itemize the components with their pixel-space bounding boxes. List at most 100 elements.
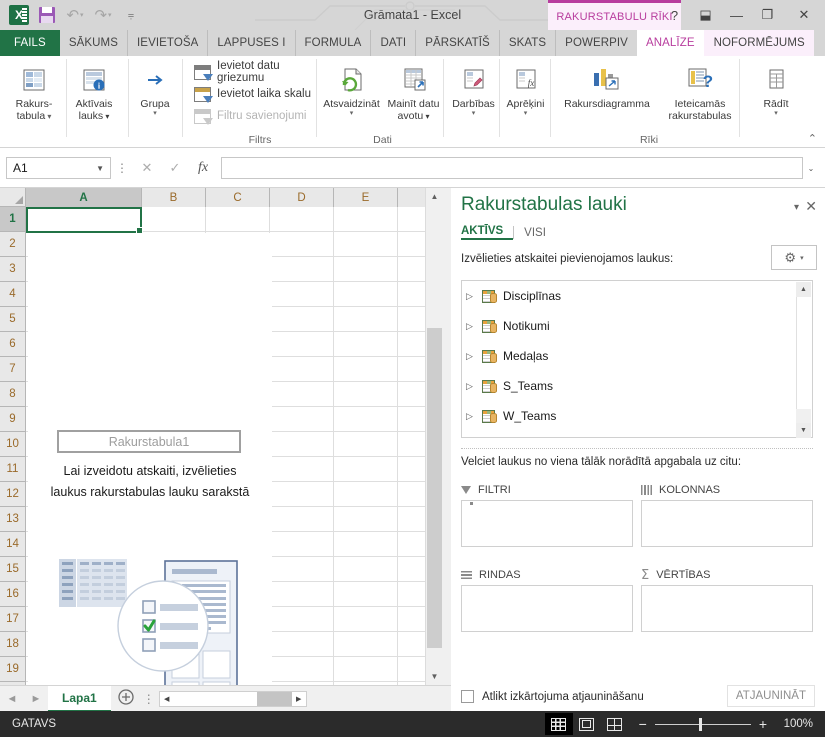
columns-drop-zone[interactable]: KOLONNAS bbox=[641, 480, 813, 547]
grid-cell[interactable] bbox=[270, 357, 334, 382]
pane-splitter[interactable] bbox=[442, 188, 451, 685]
field-list-item[interactable]: ▷ Notikumi bbox=[462, 311, 812, 341]
grid-cell[interactable] bbox=[334, 632, 398, 657]
tab-formulas[interactable]: FORMULA bbox=[296, 30, 372, 56]
field-list-item[interactable]: ▷ Disciplīnas bbox=[462, 281, 812, 311]
grid-cell[interactable] bbox=[270, 557, 334, 582]
row-header-11[interactable]: 11 bbox=[0, 457, 26, 482]
expand-formula-bar-icon[interactable]: ⌄ bbox=[803, 164, 819, 173]
row-header-5[interactable]: 5 bbox=[0, 307, 26, 332]
columns-zone-box[interactable] bbox=[641, 500, 813, 547]
grid-cell[interactable] bbox=[334, 557, 398, 582]
page-break-view-button[interactable] bbox=[601, 713, 629, 735]
row-header-19[interactable]: 19 bbox=[0, 657, 26, 682]
row-header-4[interactable]: 4 bbox=[0, 282, 26, 307]
field-list-scrollbar[interactable]: ▲ ▼ bbox=[796, 282, 811, 438]
insert-slicer-button[interactable]: Ievietot datu griezumu bbox=[190, 60, 330, 84]
pane-close-icon[interactable]: ✕ bbox=[805, 198, 817, 215]
tab-analyze[interactable]: ANALĪZE bbox=[636, 30, 705, 56]
field-list-item[interactable]: ▷ W_Teams bbox=[462, 401, 812, 431]
refresh-button[interactable]: Atsvaidzināt ▾ bbox=[322, 60, 382, 118]
grid-vertical-scrollbar[interactable]: ▲ ▼ bbox=[425, 188, 443, 685]
defer-layout-checkbox[interactable] bbox=[461, 690, 474, 703]
redo-icon[interactable]: ↷ ▾ bbox=[90, 3, 116, 27]
field-list-scroll-down-icon[interactable]: ▼ bbox=[796, 423, 811, 438]
grid-cell[interactable] bbox=[270, 632, 334, 657]
grid-cell[interactable] bbox=[334, 357, 398, 382]
column-header-c[interactable]: C bbox=[206, 188, 270, 207]
horizontal-scrollbar[interactable]: ◀ ▶ bbox=[158, 690, 307, 707]
show-button[interactable]: Rādīt ▾ bbox=[748, 60, 804, 118]
zoom-control[interactable]: − + bbox=[639, 716, 767, 732]
collapse-ribbon-icon[interactable]: ⌃ bbox=[808, 132, 817, 145]
expand-field-icon[interactable]: ▷ bbox=[466, 291, 476, 302]
formula-input[interactable] bbox=[221, 157, 803, 179]
row-header-15[interactable]: 15 bbox=[0, 557, 26, 582]
select-all-corner[interactable] bbox=[0, 188, 26, 207]
group-dropdown-caret[interactable]: ▾ bbox=[153, 110, 157, 118]
grid-cell[interactable] bbox=[334, 482, 398, 507]
row-header-2[interactable]: 2 bbox=[0, 232, 26, 257]
grid-cell[interactable] bbox=[334, 232, 398, 257]
field-list-scroll-thumb[interactable] bbox=[796, 297, 811, 409]
grid-cell[interactable] bbox=[334, 207, 398, 232]
formula-bar-handle[interactable]: ⋮ bbox=[111, 161, 133, 175]
grid-cell[interactable] bbox=[270, 457, 334, 482]
grid-cell[interactable] bbox=[270, 232, 334, 257]
row-header-18[interactable]: 18 bbox=[0, 632, 26, 657]
insert-timeline-button[interactable]: Ievietot laika skalu bbox=[190, 83, 315, 105]
grid-cell[interactable] bbox=[334, 307, 398, 332]
column-header-d[interactable]: D bbox=[270, 188, 334, 207]
close-icon[interactable]: ✕ bbox=[783, 0, 825, 30]
row-header-16[interactable]: 16 bbox=[0, 582, 26, 607]
prev-sheet-icon[interactable]: ◄ bbox=[0, 693, 24, 705]
row-header-1[interactable]: 1 bbox=[0, 207, 26, 232]
pivottable-button[interactable]: Rakurs- tabula ▾ bbox=[4, 60, 64, 122]
expand-field-icon[interactable]: ▷ bbox=[466, 351, 476, 362]
normal-view-button[interactable] bbox=[544, 713, 573, 735]
expand-field-icon[interactable]: ▷ bbox=[466, 411, 476, 422]
change-source-button[interactable]: Mainīt datu avotu ▾ bbox=[384, 60, 444, 123]
row-header-14[interactable]: 14 bbox=[0, 532, 26, 557]
filters-zone-box[interactable] bbox=[461, 500, 633, 547]
zoom-slider[interactable] bbox=[654, 717, 751, 731]
sheet-menu-icon[interactable]: ⋮ bbox=[141, 692, 157, 706]
tab-data[interactable]: DATI bbox=[371, 30, 417, 56]
show-dropdown-caret[interactable]: ▾ bbox=[774, 110, 778, 118]
tab-page-layout[interactable]: LAPPUSES I bbox=[208, 30, 296, 56]
grid-cell[interactable] bbox=[270, 582, 334, 607]
grid-cell[interactable] bbox=[334, 332, 398, 357]
tab-home[interactable]: SĀKUMS bbox=[60, 30, 128, 56]
row-header-7[interactable]: 7 bbox=[0, 357, 26, 382]
rows-zone-box[interactable] bbox=[461, 585, 633, 632]
grid-cell[interactable] bbox=[270, 282, 334, 307]
column-header-a[interactable]: A bbox=[26, 188, 142, 207]
subtab-all[interactable]: VISI bbox=[524, 227, 556, 239]
undo-icon[interactable]: ↶ ▾ bbox=[62, 3, 88, 27]
minimize-icon[interactable]: — bbox=[721, 0, 752, 30]
refresh-dropdown-caret[interactable]: ▾ bbox=[350, 110, 354, 118]
tab-view[interactable]: SKATS bbox=[500, 30, 557, 56]
subtab-active[interactable]: AKTĪVS bbox=[461, 225, 514, 240]
row-header-9[interactable]: 9 bbox=[0, 407, 26, 432]
row-header-17[interactable]: 17 bbox=[0, 607, 26, 632]
row-header-6[interactable]: 6 bbox=[0, 332, 26, 357]
pane-tools-button[interactable]: ⚙ ▾ bbox=[771, 245, 817, 270]
field-list-item[interactable]: ▷ Medaļas bbox=[462, 341, 812, 371]
row-header-8[interactable]: 8 bbox=[0, 382, 26, 407]
horizontal-scroll-track[interactable] bbox=[173, 691, 292, 706]
pane-options-caret-icon[interactable]: ▾ bbox=[794, 202, 799, 213]
grid-cell[interactable] bbox=[270, 532, 334, 557]
field-list[interactable]: ▷ Disciplīnas ▷ Notikumi ▷ Medaļas ▷ S_Teams ▷ W_… bbox=[461, 280, 813, 438]
grid-cell[interactable] bbox=[334, 407, 398, 432]
grid-cell[interactable] bbox=[334, 257, 398, 282]
customize-qat-icon[interactable]: ⩦ bbox=[118, 3, 144, 27]
row-header-3[interactable]: 3 bbox=[0, 257, 26, 282]
grid-cell[interactable] bbox=[334, 532, 398, 557]
grid-cell[interactable] bbox=[270, 257, 334, 282]
name-box[interactable]: A1 ▼ bbox=[6, 157, 111, 179]
grid-cell[interactable] bbox=[334, 457, 398, 482]
recommended-pivottables-button[interactable]: ? Ieteicamās rakurstabulas bbox=[658, 60, 742, 122]
zoom-slider-knob[interactable] bbox=[698, 717, 702, 731]
save-icon[interactable] bbox=[34, 3, 60, 27]
